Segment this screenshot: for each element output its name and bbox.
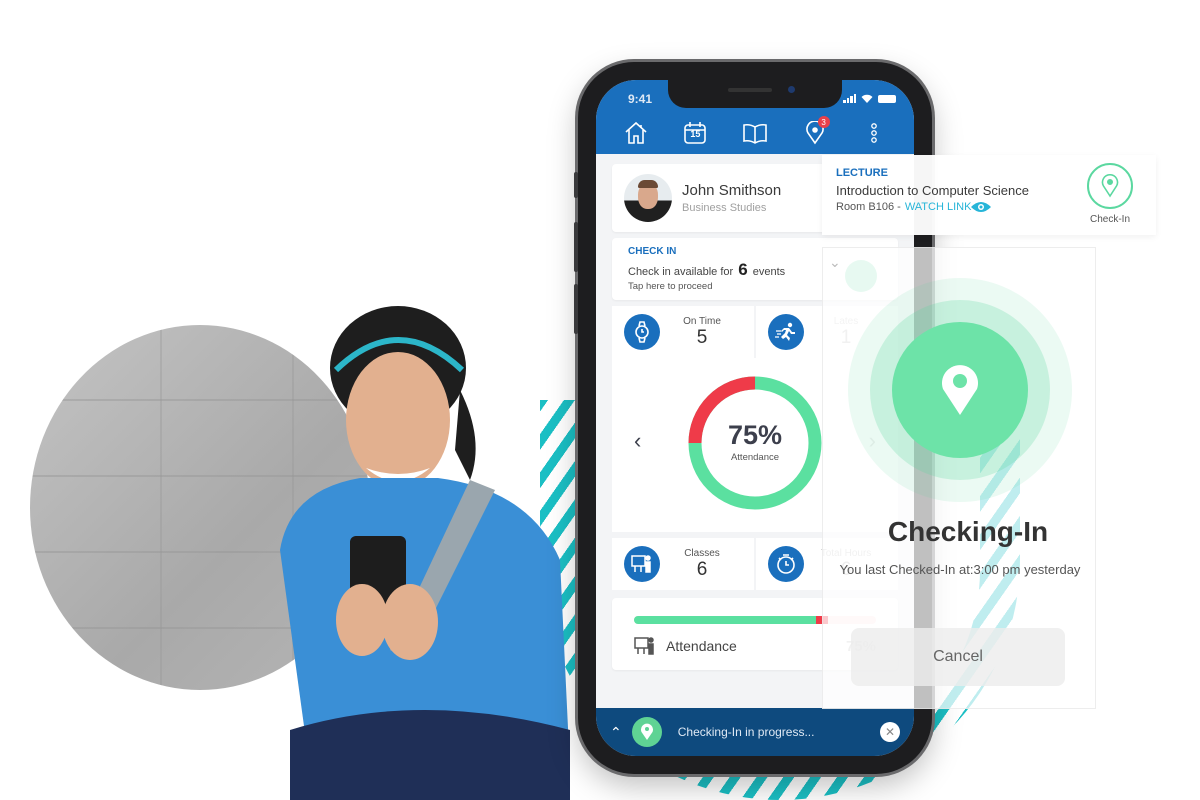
donut-label: Attendance [730,452,780,463]
status-time: 9:41 [628,92,653,106]
ghost-indicator [845,260,877,292]
profile-name: John Smithson [682,182,782,199]
home-icon [625,121,647,144]
nav-courses[interactable] [740,118,770,148]
location-pin-icon [942,365,978,415]
check-in-label: Check-In [1089,214,1130,225]
status-icons [843,94,896,103]
eye-icon [971,202,992,212]
check-in-button[interactable]: Check-In [1080,163,1140,225]
cancel-button[interactable]: Cancel [851,628,1065,686]
teacher-icon [634,637,654,655]
stat-classes: Classes 6 [612,538,754,590]
checking-in-sheet: ⌄ Checking-In You last Checked-In at:3:0… [822,247,1096,709]
notch [668,80,842,108]
attendance-progress-attended [634,616,816,624]
more-vertical-icon [871,123,878,143]
calendar-day: 15 [690,129,701,139]
nav-home[interactable] [621,118,651,148]
signal-icon [843,94,856,103]
stopwatch-icon [777,554,795,574]
student-photo [280,306,570,800]
checking-in-status-text: Checking-In in progress... [677,725,815,739]
stage: 9:41 15 3 John Smithson Business Studies… [0,0,1200,800]
chevron-up-icon[interactable]: ⌃ [610,724,622,741]
teacher-icon [631,555,651,573]
checkin-prefix: Check in available for [628,266,734,278]
watch-link[interactable]: WATCH LINK [905,201,972,213]
pulse-rings [848,278,1072,502]
notification-badge: 3 [817,116,830,128]
donut-percent: 75% [727,420,783,450]
nav-checkin[interactable]: 3 [800,116,830,148]
avatar [624,174,672,222]
stat-value: 6 [696,558,708,580]
book-icon [743,123,767,144]
wifi-icon [861,94,873,103]
chevron-down-icon[interactable]: ⌄ [829,254,841,271]
attendance-bar-label: Attendance [666,638,737,654]
location-pin-icon [1101,174,1119,198]
location-pin-icon [631,717,662,747]
stat-label: Classes [684,547,720,559]
last-checkin-text: You last Checked-In at:3:00 pm yesterday [839,562,1081,577]
running-icon [775,322,795,341]
checkin-suffix: events [752,266,786,278]
lecture-room: Room B106 - [836,201,901,213]
checking-in-status-bar: ⌃ Checking-In in progress... ✕ [596,708,914,756]
nav-bar: 15 3 [596,116,914,148]
chevron-left-icon[interactable]: ‹ [634,428,641,454]
stat-on-time: On Time 5 [612,306,754,358]
sheet-title: Checking-In [887,516,1049,547]
stat-label: On Time [683,315,721,327]
stat-value: 5 [696,326,708,348]
checkin-count: 6 [738,260,748,279]
watch-icon [635,321,649,343]
battery-icon [878,95,896,103]
nav-more[interactable] [859,118,889,148]
close-icon[interactable]: ✕ [880,722,900,742]
nav-calendar[interactable]: 15 [680,118,710,148]
profile-subtitle: Business Studies [682,202,767,214]
lecture-card[interactable]: LECTURE Introduction to Computer Science… [822,155,1156,235]
